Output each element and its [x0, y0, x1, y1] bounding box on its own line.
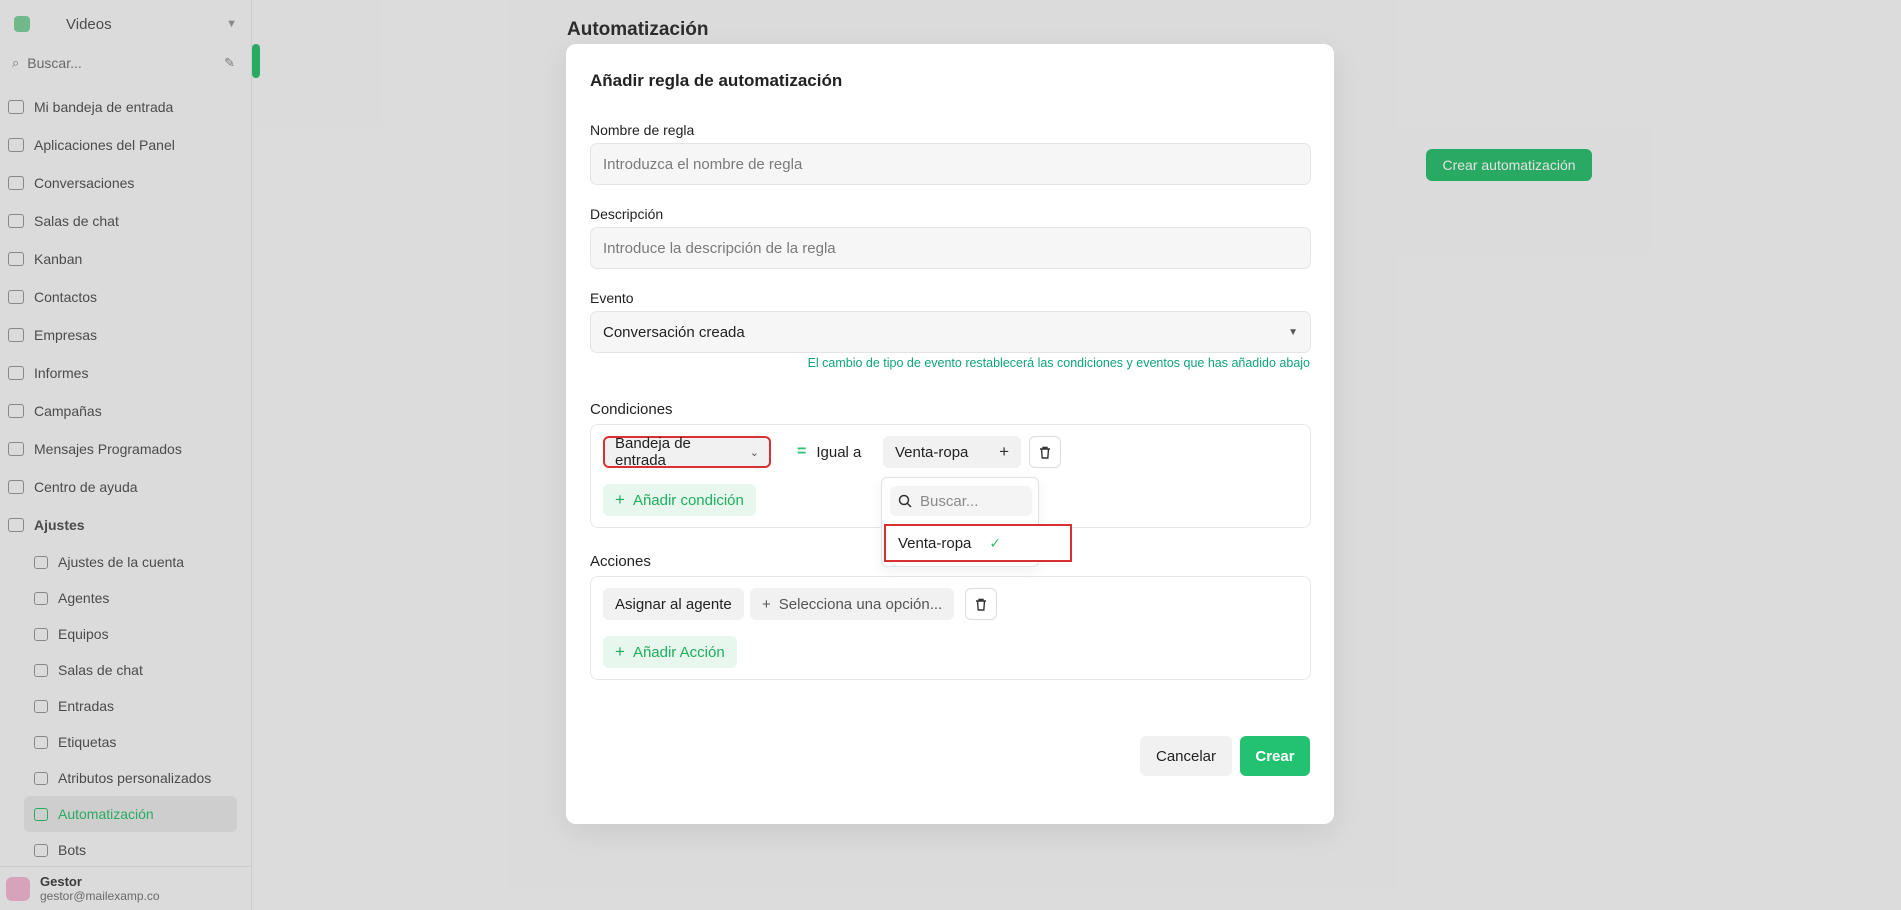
check-icon: ✓: [989, 534, 1002, 551]
add-action-button[interactable]: + Añadir Acción: [603, 636, 737, 668]
add-condition-button[interactable]: + Añadir condición: [603, 484, 756, 516]
cancel-button[interactable]: Cancelar: [1140, 736, 1232, 776]
actions-label: Acciones: [590, 553, 651, 570]
conditions-label: Condiciones: [590, 401, 673, 418]
event-select-value: Conversación creada: [603, 323, 745, 341]
condition-operator[interactable]: = Igual a: [797, 443, 861, 461]
condition-value-dropdown: Venta-ropa ✓: [881, 477, 1072, 567]
condition-value-select[interactable]: Venta-ropa +: [883, 436, 1021, 468]
add-automation-modal: Añadir regla de automatización Nombre de…: [566, 44, 1334, 824]
event-label: Evento: [590, 290, 634, 306]
equals-icon: =: [797, 443, 807, 460]
description-label: Descripción: [590, 206, 664, 222]
action-value-select[interactable]: + Selecciona una opción...: [750, 588, 955, 620]
modal-title: Añadir regla de automatización: [590, 71, 843, 90]
action-type-select[interactable]: Asignar al agente: [603, 588, 744, 620]
plus-icon[interactable]: +: [999, 442, 1009, 462]
rule-name-input[interactable]: [590, 143, 1311, 185]
chevron-down-icon: ⌄: [749, 446, 759, 459]
action-type-label: Asignar al agente: [615, 595, 732, 613]
event-helper-text: El cambio de tipo de evento restablecerá…: [807, 356, 1310, 370]
action-value-placeholder: Selecciona una opción...: [778, 595, 943, 613]
plus-icon: +: [615, 642, 625, 661]
create-button[interactable]: Crear: [1240, 736, 1310, 776]
condition-attribute-value: Bandeja de entrada: [615, 435, 691, 469]
dropdown-option-venta-ropa[interactable]: Venta-ropa ✓: [884, 524, 1072, 562]
description-input[interactable]: [590, 227, 1311, 269]
event-select[interactable]: Conversación creada ▼: [590, 311, 1311, 353]
delete-condition-button[interactable]: [1029, 436, 1061, 468]
condition-operator-label: Igual a: [816, 443, 862, 461]
search-icon: [898, 494, 912, 508]
dropdown-option-label: Venta-ropa: [898, 534, 972, 552]
dropdown-search[interactable]: [890, 486, 1032, 516]
rule-name-label: Nombre de regla: [590, 122, 695, 138]
condition-attribute-select[interactable]: Bandeja de entrada ⌄: [603, 435, 771, 469]
delete-action-button[interactable]: [965, 588, 997, 620]
dropdown-search-input[interactable]: [920, 492, 1020, 510]
add-action-label: Añadir Acción: [632, 643, 725, 661]
condition-value-label: Venta-ropa: [895, 443, 969, 461]
actions-panel: Asignar al agente + Selecciona una opció…: [590, 576, 1311, 680]
caret-down-icon: ▼: [1288, 326, 1298, 338]
trash-icon: [1040, 446, 1050, 459]
add-condition-label: Añadir condición: [632, 491, 744, 509]
trash-icon: [976, 598, 986, 611]
plus-icon: +: [615, 490, 625, 509]
plus-icon: +: [762, 595, 771, 613]
